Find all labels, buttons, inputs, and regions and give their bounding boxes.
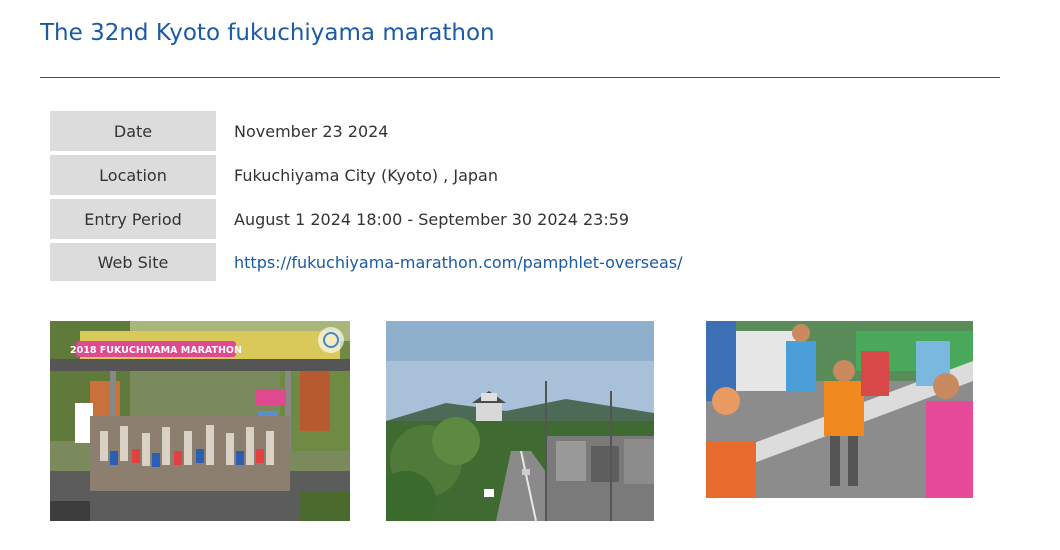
web-site-link[interactable]: https://fukuchiyama-marathon.com/pamphle…	[234, 253, 683, 272]
date-label: Date	[50, 111, 216, 151]
info-row-location: Location Fukuchiyama City (Kyoto) , Japa…	[50, 155, 950, 195]
info-row-web-site: Web Site https://fukuchiyama-marathon.co…	[50, 243, 950, 281]
info-row-date: Date November 23 2024	[50, 111, 950, 151]
date-value: November 23 2024	[234, 121, 389, 141]
banner-text: 2018 FUKUCHIYAMA MARATHON	[70, 345, 242, 356]
finish-runners-image	[706, 321, 973, 498]
start-line-photo[interactable]: 2018 FUKUCHIYAMA MARATHON	[50, 321, 350, 521]
castle-street-image	[386, 321, 654, 521]
title-divider	[40, 77, 1000, 78]
castle-street-photo[interactable]	[386, 321, 654, 521]
event-info-table: Date November 23 2024 Location Fukuchiya…	[50, 111, 950, 285]
info-row-entry-period: Entry Period August 1 2024 18:00 - Septe…	[50, 199, 950, 239]
camera-focus-icon	[318, 327, 344, 353]
finish-runners-photo[interactable]	[706, 321, 973, 498]
entry-period-value: August 1 2024 18:00 - September 30 2024 …	[234, 209, 630, 229]
web-site-label: Web Site	[50, 243, 216, 281]
location-value: Fukuchiyama City (Kyoto) , Japan	[234, 165, 498, 185]
location-label: Location	[50, 155, 216, 195]
entry-period-label: Entry Period	[50, 199, 216, 239]
page-title: The 32nd Kyoto fukuchiyama marathon	[40, 20, 495, 46]
start-line-image: 2018 FUKUCHIYAMA MARATHON	[50, 321, 350, 521]
